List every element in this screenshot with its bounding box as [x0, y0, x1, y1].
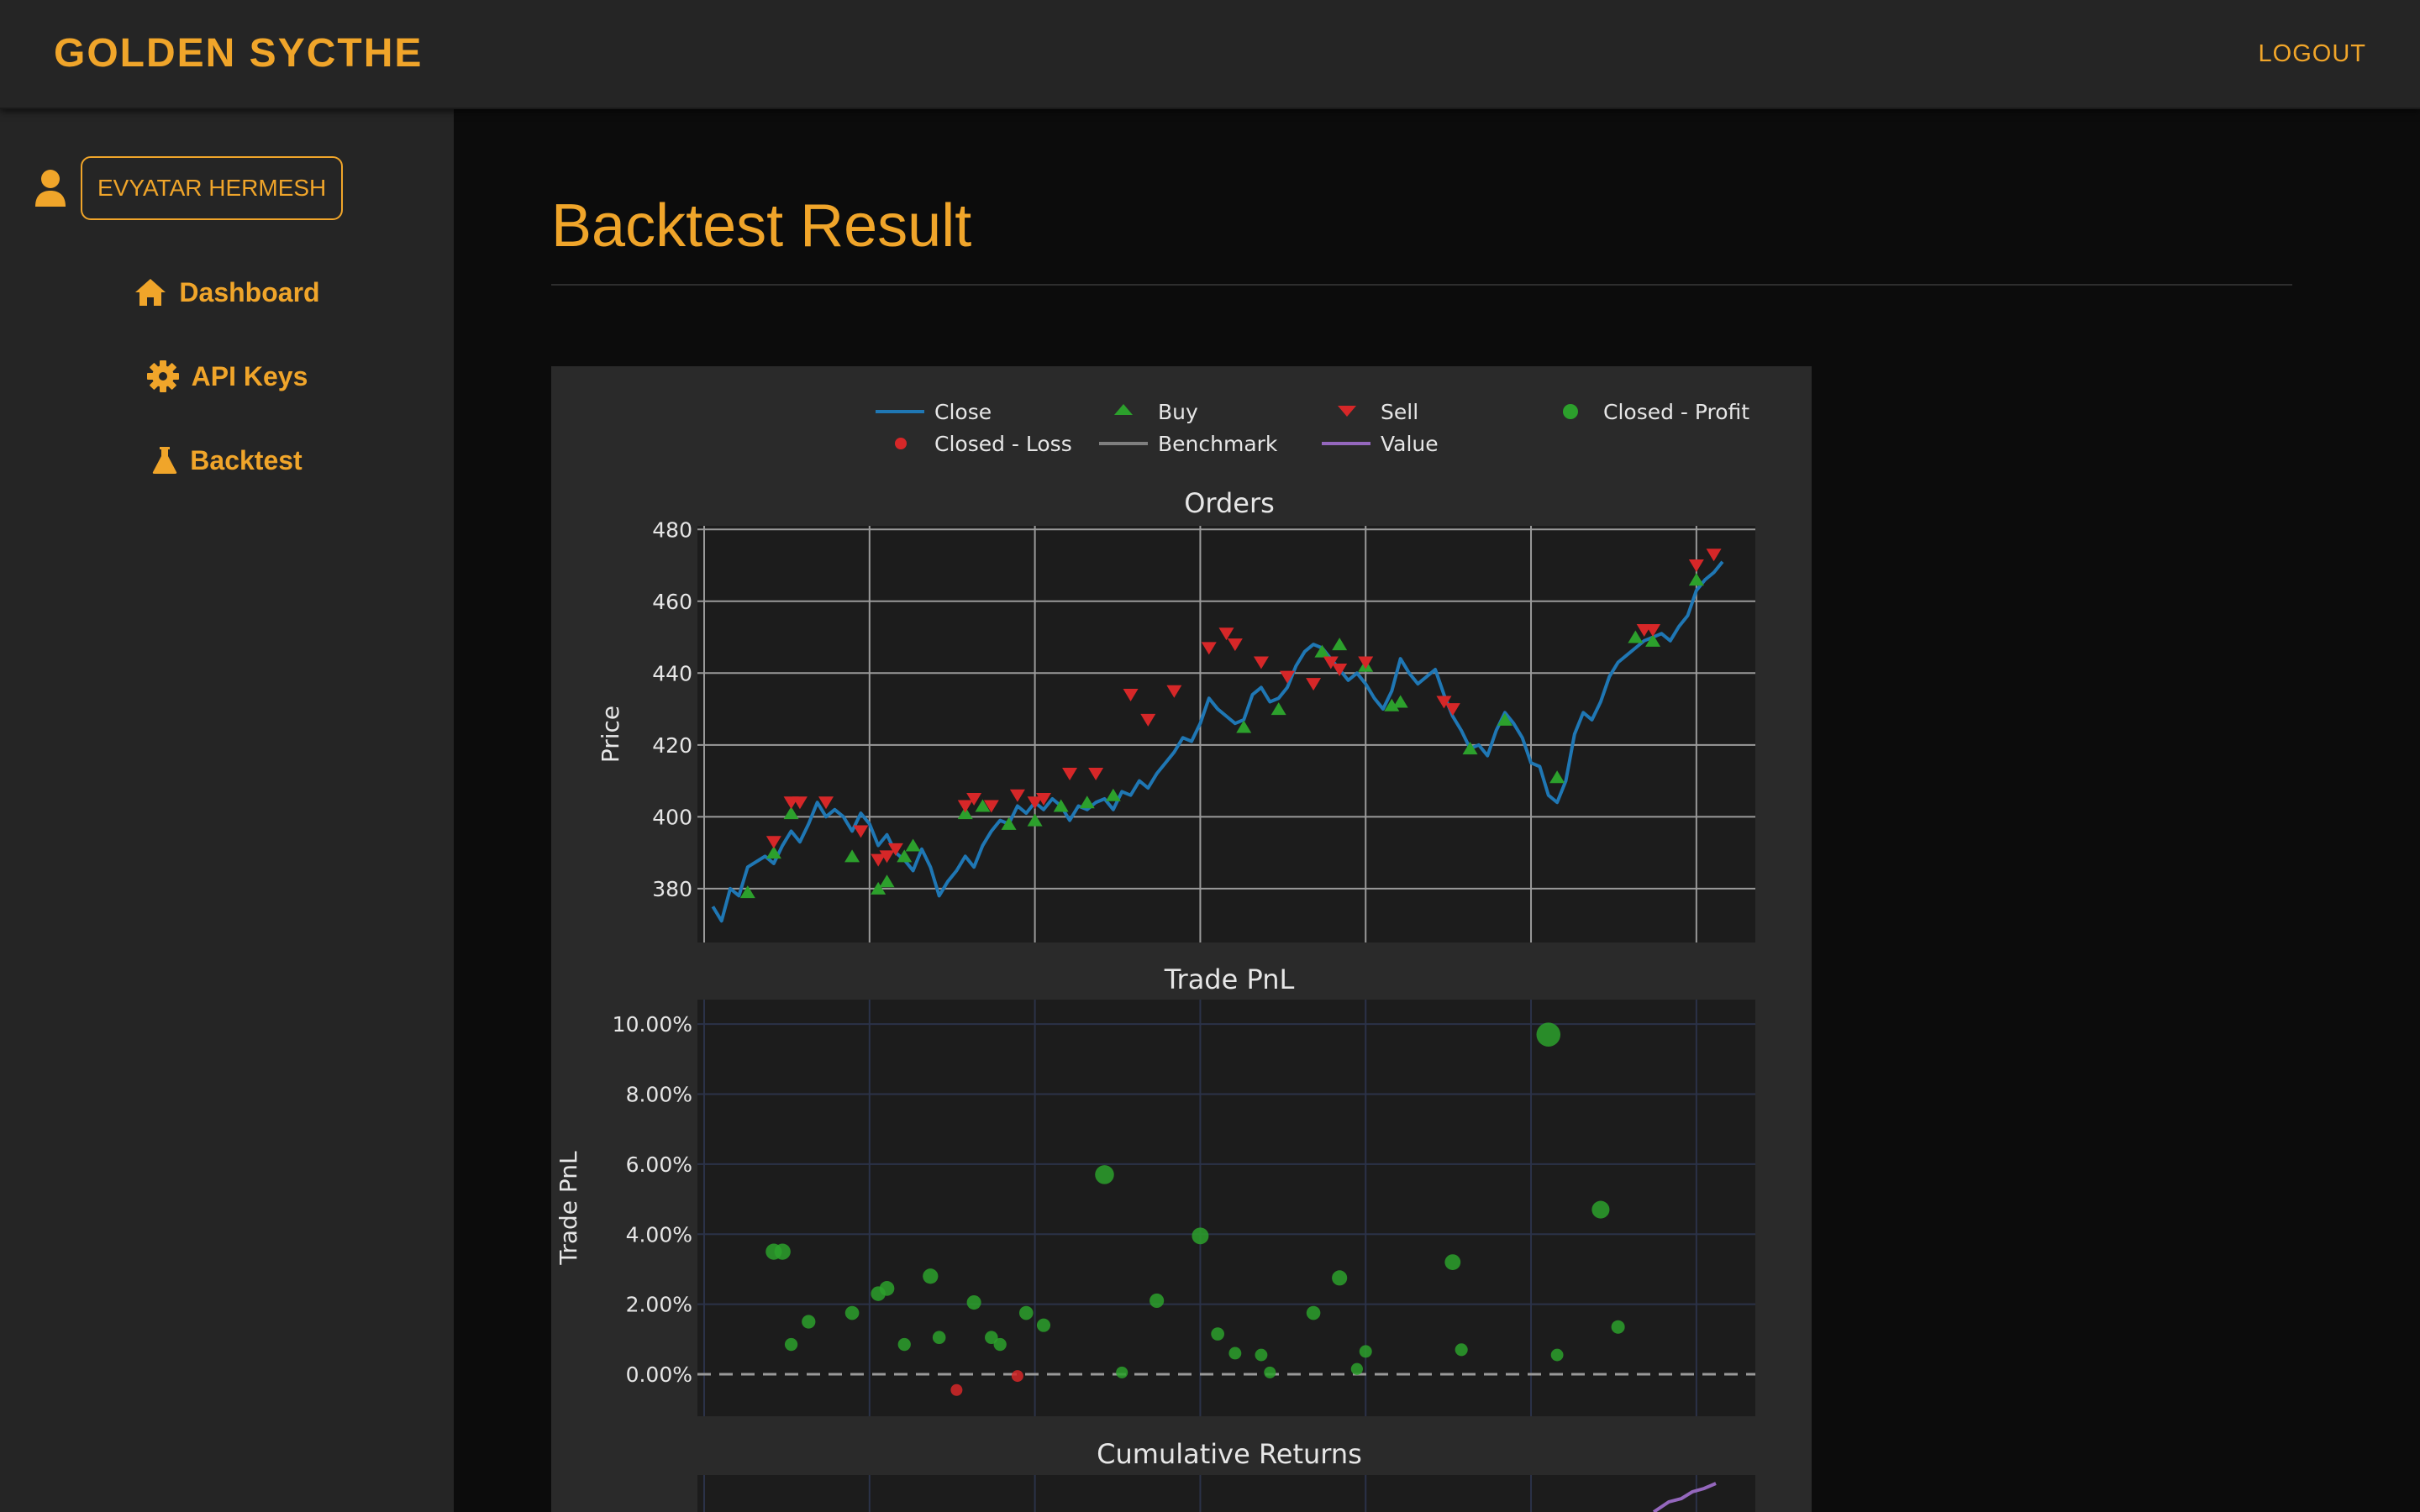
y-tick-label: 440 [652, 661, 692, 685]
profit-marker [993, 1337, 1007, 1352]
loss-marker [950, 1383, 963, 1396]
y-tick-label: 400 [652, 805, 692, 829]
legend-profit-label: Closed - Profit [1603, 400, 1749, 424]
chart-legend[interactable]: Close Buy Sell Closed - Profit Closed - … [876, 400, 1749, 456]
loss-marker [1011, 1370, 1023, 1383]
profit-marker [1018, 1305, 1034, 1320]
user-row: EVYATAR HERMESH [34, 155, 344, 222]
legend-buy-swatch [1114, 404, 1133, 415]
orders-y-axis-label: Price [597, 706, 624, 763]
pnl-y-axis-label: Trade PnL [555, 1151, 582, 1266]
y-tick-label: 480 [652, 517, 692, 542]
legend-sell-label: Sell [1381, 400, 1418, 424]
profit-marker [1036, 1318, 1051, 1332]
y-tick-label: 8.00% [626, 1083, 692, 1107]
page-title: Backtest Result [551, 192, 972, 260]
pnl-y-tick-labels: 0.00% 2.00% 4.00% 6.00% 8.00% 10.00% [613, 1012, 692, 1387]
profit-marker [802, 1315, 816, 1329]
profit-marker [923, 1268, 939, 1284]
y-tick-label: 6.00% [626, 1152, 692, 1177]
cumulative-title: Cumulative Returns [1097, 1438, 1362, 1470]
profit-marker [1306, 1305, 1321, 1320]
profit-marker [1591, 1200, 1610, 1219]
profit-marker [1550, 1348, 1564, 1362]
sidebar: EVYATAR HERMESH Dashboard API Keys Backt… [0, 108, 454, 1512]
user-icon [35, 170, 66, 207]
y-tick-label: 380 [652, 877, 692, 901]
profit-marker [1332, 1270, 1348, 1286]
profit-marker [1611, 1320, 1625, 1334]
top-navbar: GOLDEN SYCTHE LOGOUT [0, 0, 2420, 109]
profit-marker [1350, 1362, 1363, 1375]
profit-marker [784, 1337, 798, 1352]
profit-marker [844, 1305, 860, 1320]
legend-value-label: Value [1381, 432, 1439, 456]
profit-marker [1359, 1345, 1372, 1358]
sidebar-item-label: API Keys [191, 360, 308, 391]
profit-marker [774, 1243, 791, 1260]
profit-marker [1264, 1366, 1276, 1378]
legend-buy-label: Buy [1158, 400, 1198, 424]
profit-marker [1228, 1347, 1242, 1360]
legend-benchmark-label: Benchmark [1158, 432, 1278, 456]
legend-loss-label: Closed - Loss [934, 432, 1072, 456]
profit-marker [1536, 1022, 1561, 1047]
sidebar-item-label: Dashboard [179, 276, 320, 307]
orders-title: Orders [1184, 487, 1275, 519]
profit-marker [966, 1295, 981, 1310]
cumulative-plot-area[interactable] [697, 1475, 1755, 1512]
sidebar-item-label: Backtest [190, 444, 302, 475]
pnl-title: Trade PnL [1164, 963, 1295, 995]
brand-logo[interactable]: GOLDEN SYCTHE [54, 30, 423, 76]
backtest-chart-card: Close Buy Sell Closed - Profit Closed - … [551, 366, 1812, 1512]
legend-loss-swatch [895, 438, 907, 449]
user-profile-button[interactable]: EVYATAR HERMESH [81, 156, 344, 220]
sidebar-item-dashboard[interactable]: Dashboard [0, 267, 454, 318]
profit-marker [879, 1281, 895, 1296]
profit-marker [897, 1337, 911, 1352]
y-tick-label: 10.00% [613, 1012, 692, 1037]
backtest-chart[interactable]: Close Buy Sell Closed - Profit Closed - … [551, 366, 1812, 1512]
gear-icon [146, 360, 179, 392]
profit-marker [1211, 1327, 1225, 1341]
sidebar-item-backtest[interactable]: Backtest [0, 435, 454, 486]
profit-marker [1444, 1254, 1461, 1271]
orders-y-tick-labels: 380 400 420 440 460 480 [652, 517, 692, 901]
profit-marker [1192, 1227, 1209, 1245]
orders-plot-area[interactable] [697, 526, 1755, 942]
y-tick-label: 4.00% [626, 1222, 692, 1247]
y-tick-label: 460 [652, 590, 692, 614]
profit-marker [1150, 1293, 1165, 1309]
legend-sell-swatch [1338, 406, 1356, 417]
profit-marker [1095, 1165, 1114, 1184]
flask-icon [153, 447, 177, 474]
home-icon [135, 279, 166, 306]
y-tick-label: 420 [652, 733, 692, 758]
y-tick-label: 0.00% [626, 1362, 692, 1387]
profit-marker [1455, 1343, 1468, 1357]
legend-profit-swatch [1563, 404, 1578, 419]
sidebar-item-api-keys[interactable]: API Keys [0, 351, 454, 402]
logout-link[interactable]: LOGOUT [2259, 40, 2366, 68]
legend-close-label: Close [934, 400, 992, 424]
profit-marker [932, 1331, 946, 1345]
title-divider [551, 284, 2292, 286]
profit-marker [1116, 1366, 1128, 1378]
profit-marker [1255, 1348, 1268, 1362]
y-tick-label: 2.00% [626, 1293, 692, 1317]
